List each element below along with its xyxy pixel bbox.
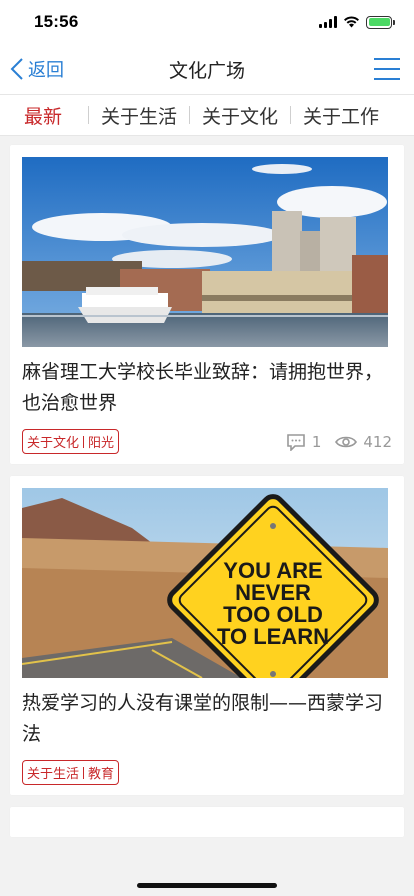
article-image-learn-sign[interactable]: YOU ARE NEVER TOO OLD TO LEARN [22, 488, 388, 678]
tag-divider [83, 766, 85, 779]
article-title[interactable]: 热爱学习的人没有课堂的限制——西蒙学习法 [22, 688, 392, 750]
view-count: 412 [363, 432, 392, 451]
cellular-signal-icon [319, 16, 337, 28]
status-time: 15:56 [34, 12, 79, 31]
tag-primary: 关于生活 [27, 767, 80, 782]
comment-icon [287, 433, 305, 451]
status-bar: 15:56 [0, 0, 414, 44]
article-title[interactable]: 麻省理工大学校长毕业致辞：请拥抱世界，也治愈世界 [22, 357, 392, 419]
back-button[interactable]: 返回 [6, 55, 64, 83]
tag-divider [83, 435, 85, 448]
tag-secondary: 教育 [88, 767, 115, 782]
tab-life[interactable]: 关于生活 [89, 102, 189, 129]
view-stat: 412 [335, 433, 392, 451]
status-icons [319, 15, 395, 29]
wifi-icon [344, 16, 359, 28]
article-stats: 1 412 [286, 433, 392, 451]
menu-list-icon [374, 58, 400, 60]
battery-icon [366, 15, 395, 29]
comment-stat[interactable]: 1 [286, 432, 322, 451]
category-tabs: 最新 关于生活 关于文化 关于工作 [0, 94, 414, 136]
article-footer: 关于文化 阳光 1 412 [22, 429, 392, 454]
category-tag[interactable]: 关于文化 阳光 [22, 429, 120, 454]
eye-icon [335, 436, 358, 447]
tab-work[interactable]: 关于工作 [291, 102, 391, 129]
article-footer: 关于生活 教育 [22, 760, 392, 785]
article-card[interactable]: 麻省理工大学校长毕业致辞：请拥抱世界，也治愈世界 关于文化 阳光 1 412 [10, 145, 404, 464]
menu-list-button[interactable] [374, 58, 400, 80]
tag-primary: 关于文化 [27, 436, 80, 451]
article-card[interactable]: YOU ARE NEVER TOO OLD TO LEARN 热爱学习的人没有课… [10, 476, 404, 795]
category-tag[interactable]: 关于生活 教育 [22, 760, 120, 785]
chevron-left-icon [6, 55, 28, 83]
tab-culture[interactable]: 关于文化 [190, 102, 290, 129]
comment-count: 1 [311, 432, 322, 451]
home-indicator[interactable] [137, 883, 277, 888]
sign-line-4: TO LEARN [217, 624, 329, 649]
tag-secondary: 阳光 [88, 436, 115, 451]
article-image-mit-campus[interactable] [22, 157, 388, 347]
nav-bar: 返回 文化广场 [0, 44, 414, 94]
tab-latest[interactable]: 最新 [0, 102, 88, 129]
back-label: 返回 [28, 60, 64, 81]
article-card-partial[interactable] [10, 807, 404, 837]
article-feed: 麻省理工大学校长毕业致辞：请拥抱世界，也治愈世界 关于文化 阳光 1 412 Y… [0, 136, 414, 837]
